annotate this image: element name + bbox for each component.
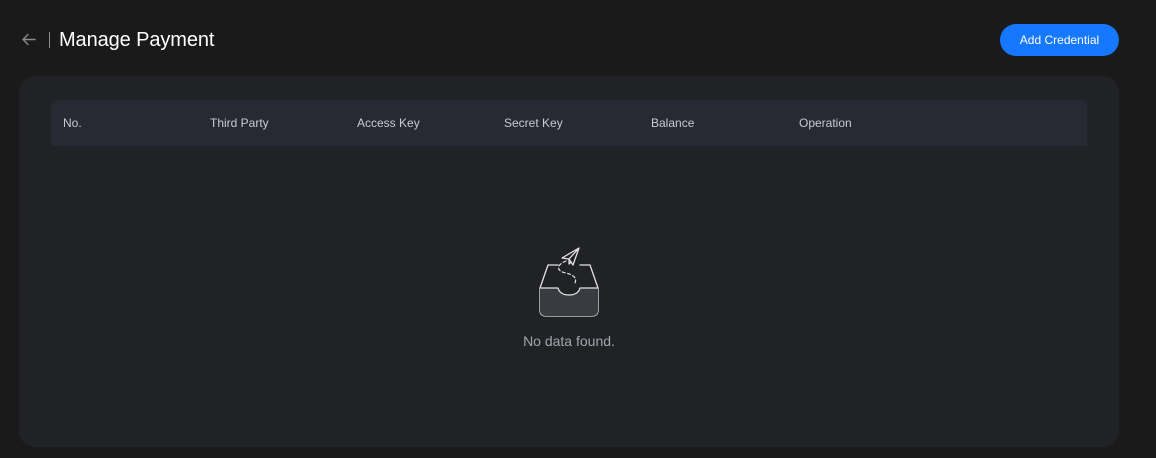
content-card: No. Third Party Access Key Secret Key Ba… <box>19 76 1119 447</box>
add-credential-button[interactable]: Add Credential <box>1000 24 1119 56</box>
column-header-access-key: Access Key <box>357 116 420 130</box>
empty-state-message: No data found. <box>523 333 615 349</box>
column-header-secret-key: Secret Key <box>504 116 563 130</box>
empty-inbox-icon <box>539 247 599 317</box>
column-header-third-party: Third Party <box>210 116 269 130</box>
arrow-left-icon[interactable] <box>20 31 37 48</box>
page-header: Manage Payment Add Credential <box>0 0 1156 76</box>
table-header: No. Third Party Access Key Secret Key Ba… <box>51 100 1087 146</box>
column-header-no: No. <box>63 116 82 130</box>
column-header-operation: Operation <box>799 116 852 130</box>
header-divider <box>49 32 50 48</box>
column-header-balance: Balance <box>651 116 695 130</box>
page-title: Manage Payment <box>59 29 215 51</box>
